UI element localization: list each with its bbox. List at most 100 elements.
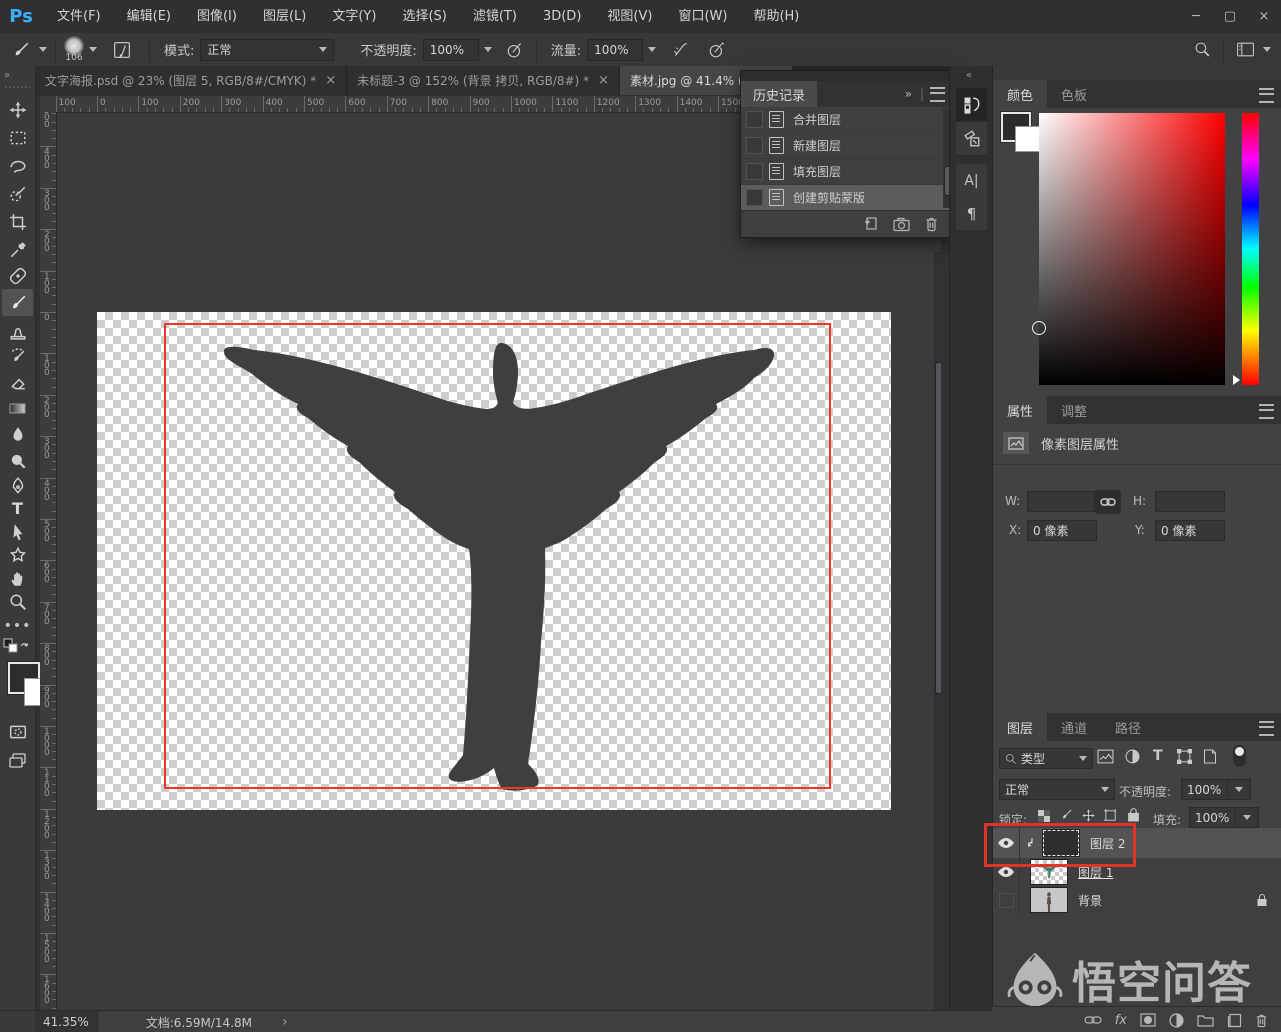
menu-file[interactable]: 文件(F) [44, 0, 114, 33]
new-adjustment-layer-icon[interactable] [1169, 1013, 1184, 1028]
menu-window[interactable]: 窗口(W) [665, 0, 740, 33]
edit-toolbar-ellipsis-icon[interactable]: ••• [2, 612, 33, 639]
filter-toggle-switch[interactable] [1233, 745, 1246, 767]
document-tab-1[interactable]: 文字海报.psd @ 23% (图层 5, RGB/8#/CMYK) *× [35, 66, 347, 95]
layer-thumbnail[interactable] [1030, 887, 1068, 913]
width-input[interactable] [1027, 491, 1097, 512]
history-brush-tool[interactable] [2, 343, 33, 370]
minimize-button[interactable]: ─ [1179, 6, 1213, 28]
foreground-background-swatches[interactable] [0, 658, 35, 710]
history-source-checkbox[interactable] [746, 111, 763, 128]
hue-slider[interactable] [1242, 113, 1259, 385]
properties-panel-menu-icon[interactable] [1259, 404, 1274, 419]
tab-close-icon[interactable]: × [325, 73, 336, 88]
history-panel-tab[interactable]: 历史记录 [741, 81, 817, 107]
blend-mode-select[interactable]: 正常 [200, 39, 334, 61]
filter-adjustment-layers-icon[interactable] [1125, 749, 1140, 764]
layers-panel-menu-icon[interactable] [1259, 721, 1274, 736]
tab-adjustments[interactable]: 调整 [1047, 396, 1101, 424]
default-swap-colors-icon[interactable] [3, 638, 29, 659]
color-field-indicator[interactable] [1032, 321, 1046, 335]
y-input[interactable]: 0 像素 [1155, 520, 1225, 541]
hue-slider-arrow-icon[interactable] [1233, 375, 1240, 385]
tab-swatches[interactable]: 色板 [1047, 80, 1101, 108]
new-layer-icon[interactable] [1227, 1013, 1242, 1028]
pressure-opacity-icon[interactable] [502, 37, 528, 63]
menu-help[interactable]: 帮助(H) [740, 0, 812, 33]
new-snapshot-camera-icon[interactable] [893, 217, 910, 232]
history-panel-icon[interactable] [956, 88, 987, 122]
delete-layer-trash-icon[interactable] [1255, 1013, 1268, 1028]
search-icon[interactable] [1189, 37, 1215, 63]
layer-name[interactable]: 背景 [1078, 892, 1102, 909]
tab-color[interactable]: 颜色 [993, 80, 1047, 108]
eyedropper-tool[interactable] [2, 236, 33, 263]
toggle-brush-panel-icon[interactable] [109, 37, 135, 63]
document-tab-2[interactable]: 未标题-3 @ 152% (背景 拷贝, RGB/8#) *× [347, 66, 620, 95]
spot-healing-brush-tool[interactable] [2, 262, 33, 289]
toolbar-grip[interactable] [5, 86, 30, 88]
lock-transparency-icon[interactable] [1037, 809, 1051, 823]
tab-close-icon[interactable]: × [598, 73, 609, 88]
clone-source-panel-icon[interactable] [956, 122, 987, 156]
history-step-create-clipping-mask[interactable]: 创建剪贴蒙版 [741, 185, 953, 211]
toolbar-collapse-icon[interactable]: » [4, 70, 9, 81]
menu-image[interactable]: 图像(I) [184, 0, 250, 33]
filter-type-layers-icon[interactable]: T [1153, 748, 1163, 764]
height-input[interactable] [1155, 491, 1225, 512]
vertical-ruler[interactable]: 5004003002001000100200300400500600700800… [40, 112, 57, 1010]
workspace-chevron-icon[interactable] [1263, 47, 1271, 52]
tool-preset-chevron-icon[interactable] [39, 47, 47, 52]
color-panel-menu-icon[interactable] [1259, 88, 1274, 103]
color-panel-swatches[interactable] [993, 108, 1039, 168]
tab-paths[interactable]: 路径 [1101, 713, 1155, 741]
smoothing-icon[interactable] [704, 37, 730, 63]
brush-preset-picker[interactable]: 106 [64, 36, 84, 63]
lock-artboard-icon[interactable] [1103, 808, 1118, 823]
brush-picker-chevron-icon[interactable] [89, 47, 97, 52]
tab-properties[interactable]: 属性 [993, 396, 1047, 424]
menu-edit[interactable]: 编辑(E) [114, 0, 184, 33]
history-menu-icon[interactable] [930, 87, 945, 102]
character-panel-icon[interactable]: A| [956, 164, 987, 198]
link-layers-icon[interactable] [1084, 1015, 1102, 1025]
quick-selection-tool[interactable] [2, 180, 33, 207]
menu-layer[interactable]: 图层(L) [250, 0, 319, 33]
canvas-vertical-scrollbar[interactable] [934, 252, 941, 1010]
filter-shape-layers-icon[interactable] [1177, 749, 1192, 764]
menu-type[interactable]: 文字(Y) [319, 0, 389, 33]
history-step-fill-layer[interactable]: 填充图层 [741, 159, 953, 185]
filter-smart-objects-icon[interactable] [1203, 749, 1217, 764]
quick-mask-mode-icon[interactable] [2, 718, 33, 745]
dock-collapse-icon[interactable]: « [966, 70, 972, 81]
blend-mode-select[interactable]: 正常 [999, 779, 1115, 800]
close-button[interactable]: × [1247, 6, 1281, 28]
visibility-eye-slot-empty[interactable] [993, 886, 1020, 914]
fill-chevron-icon[interactable] [1235, 807, 1259, 828]
tab-channels[interactable]: 通道 [1047, 713, 1101, 741]
eraser-tool[interactable] [2, 369, 33, 396]
history-source-checkbox[interactable] [746, 137, 763, 154]
history-source-checkbox[interactable] [746, 189, 763, 206]
blur-tool[interactable] [2, 420, 33, 447]
rectangular-marquee-tool[interactable] [2, 124, 33, 151]
opacity-input[interactable]: 100% [423, 39, 479, 61]
layer-row-background[interactable]: 背景 [993, 886, 1281, 914]
move-tool[interactable] [2, 96, 33, 123]
airbrush-icon[interactable] [668, 37, 694, 63]
zoom-tool[interactable] [2, 588, 33, 615]
layer-effects-fx-icon[interactable]: fx [1115, 1013, 1127, 1028]
brush-tool-active[interactable] [2, 289, 33, 316]
background-color-swatch[interactable] [1015, 126, 1041, 152]
opacity-chevron-icon[interactable] [484, 47, 492, 52]
brush-tool-icon[interactable] [8, 37, 34, 63]
paragraph-panel-icon[interactable]: ¶ [956, 197, 987, 231]
saturation-brightness-field[interactable] [1039, 113, 1225, 385]
menu-3d[interactable]: 3D(D) [530, 0, 594, 33]
history-source-checkbox[interactable] [746, 163, 763, 180]
dodge-tool[interactable] [2, 447, 33, 474]
lock-pixels-brush-icon[interactable] [1059, 808, 1074, 823]
flow-chevron-icon[interactable] [648, 47, 656, 52]
custom-shape-tool[interactable] [2, 541, 33, 568]
filter-pixel-layers-icon[interactable] [1097, 749, 1114, 764]
